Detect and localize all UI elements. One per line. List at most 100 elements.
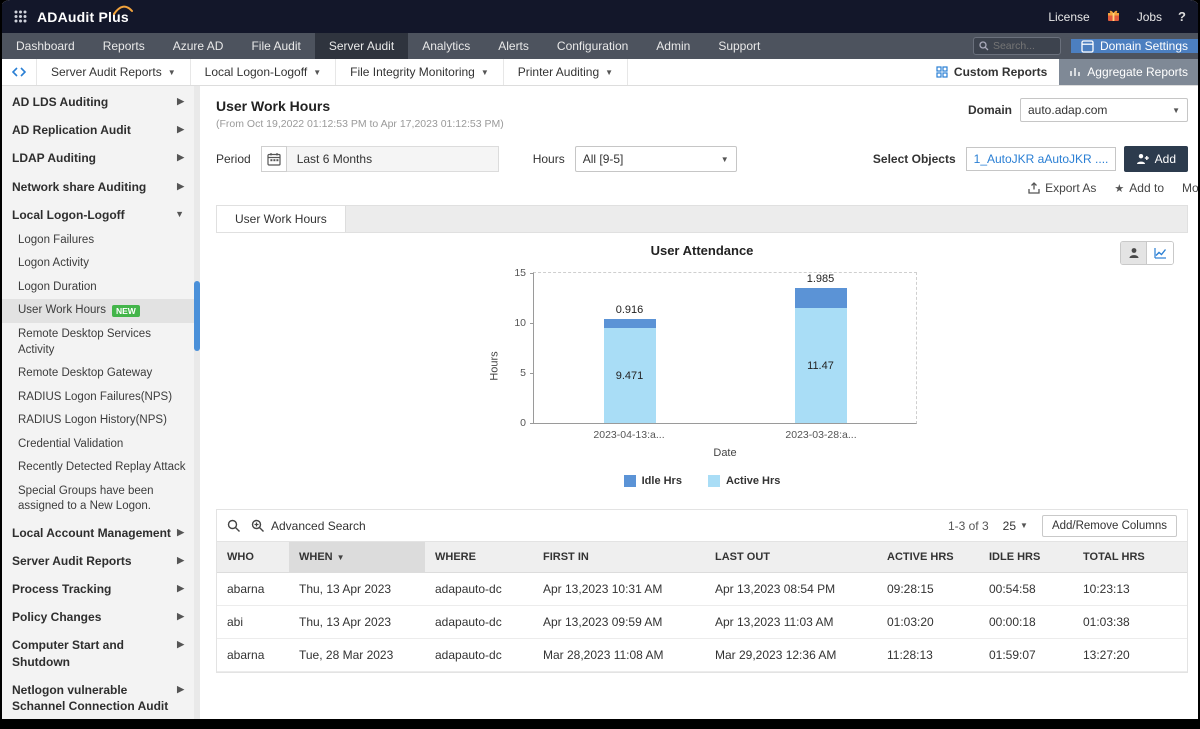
nav-tab-configuration[interactable]: Configuration [543,33,642,59]
sidebar-item-special-groups-new-logon[interactable]: Special Groups have been assigned to a N… [2,480,194,519]
sidebar-item-credential-validation[interactable]: Credential Validation [2,433,194,457]
column-header-active-hrs[interactable]: ACTIVE HRS [877,542,979,573]
column-header-where[interactable]: WHERE [425,542,533,573]
column-header-first-in[interactable]: FIRST IN [533,542,705,573]
nav-tab-file-audit[interactable]: File Audit [237,33,314,59]
column-header-last-out[interactable]: LAST OUT [705,542,877,573]
nav-tab-dashboard[interactable]: Dashboard [2,33,89,59]
menu-local-logon-logoff[interactable]: Local Logon-Logoff ▼ [191,59,337,85]
add-remove-columns-button[interactable]: Add/Remove Columns [1041,514,1177,537]
gift-icon[interactable] [1106,8,1121,26]
select-objects-label: Select Objects [872,152,956,166]
nav-tab-analytics[interactable]: Analytics [408,33,484,59]
sidebar-item-ad-lds-auditing[interactable]: AD LDS Auditing ▶ [2,88,194,116]
table-row[interactable]: abi Thu, 13 Apr 2023 adapauto-dc Apr 13,… [217,605,1187,639]
stacked-bar[interactable]: 1.985 11.47 [725,273,916,423]
legend-item[interactable]: Idle Hrs [623,475,682,487]
nav-tab-reports[interactable]: Reports [89,33,159,59]
menu-file-integrity-monitoring[interactable]: File Integrity Monitoring ▼ [336,59,504,85]
column-header-idle-hrs[interactable]: IDLE HRS [979,542,1073,573]
sidebar-item-local-account-management[interactable]: Local Account Management ▶ [2,519,194,547]
adaudit-plus-app: ADAudit Plus License Jobs ? Dashboard Re… [2,0,1198,719]
sidebar-item-ad-replication-audit[interactable]: AD Replication Audit ▶ [2,116,194,144]
nav-tab-support[interactable]: Support [704,33,774,59]
sidebar-item-radius-logon-history[interactable]: RADIUS Logon History(NPS) [2,409,194,433]
table-toolbar-right: 1-3 of 3 25 ▼ Add/Remove Columns [948,514,1177,537]
bar-segment-active[interactable]: 11.47 [794,308,847,423]
sidebar-item-local-logon-logoff[interactable]: Local Logon-Logoff ▼ [2,201,194,229]
page-size-dropdown[interactable]: 25 ▼ [1003,519,1028,533]
sidebar-item-ldap-auditing[interactable]: LDAP Auditing ▶ [2,144,194,172]
table-row[interactable]: abarna Tue, 28 Mar 2023 adapauto-dc Mar … [217,638,1187,672]
bar-segment-idle[interactable] [603,319,656,329]
cell-who: abarna [217,572,289,606]
sidebar-item-user-work-hours[interactable]: User Work Hours NEW [2,299,194,323]
domain-settings-button[interactable]: Domain Settings [1070,39,1198,53]
sidebar-item-policy-changes[interactable]: Policy Changes ▶ [2,603,194,631]
advanced-search-button[interactable]: Advanced Search [251,519,366,533]
bar-segment-active[interactable]: 9.471 [603,328,656,423]
menu-printer-auditing[interactable]: Printer Auditing ▼ [504,59,629,85]
menu-server-audit-reports[interactable]: Server Audit Reports ▼ [36,59,191,85]
chart-view-icon[interactable] [1147,242,1173,264]
nav-tab-admin[interactable]: Admin [642,33,704,59]
legend-item[interactable]: Active Hrs [707,475,780,487]
add-button[interactable]: Add [1123,146,1188,172]
select-objects-input[interactable] [965,147,1116,171]
sidebar-item-logon-failures[interactable]: Logon Failures [2,229,194,253]
more-button[interactable]: More [1182,181,1198,195]
column-header-when[interactable]: WHEN ▼ [289,542,425,573]
export-as-button[interactable]: Export As [1028,181,1096,195]
sidebar-item-netlogon-vulnerable-schannel[interactable]: Netlogon vulnerable Schannel Connection … [2,676,194,719]
table-row[interactable]: abarna Thu, 13 Apr 2023 adapauto-dc Apr … [217,572,1187,606]
advanced-search-icon [251,519,265,533]
app-grid-icon[interactable] [14,10,27,23]
domain-dropdown[interactable]: auto.adap.com ▼ [1020,98,1188,122]
sidebar-item-logon-activity[interactable]: Logon Activity [2,252,194,276]
cell-where: adapauto-dc [425,638,533,672]
sidebar-scrollbar[interactable] [194,86,200,719]
content-tab-strip: User Work Hours [216,205,1188,233]
cell-when: Thu, 13 Apr 2023 [289,572,425,606]
sidebar-item-computer-start-and-shutdown[interactable]: Computer Start and Shutdown ▶ [2,631,194,675]
license-link[interactable]: License [1048,10,1089,24]
toggle-sidebar-icon[interactable] [2,59,36,85]
sidebar-item-remote-desktop-services-activity[interactable]: Remote Desktop Services Activity [2,323,194,362]
nav-tab-server-audit[interactable]: Server Audit [314,33,409,59]
search-input[interactable] [992,40,1057,52]
bar-segment-idle[interactable] [794,288,847,309]
nav-tab-azure-ad[interactable]: Azure AD [159,33,238,59]
add-to-button[interactable]: ★ Add to [1114,181,1164,195]
sidebar-item-radius-logon-failures[interactable]: RADIUS Logon Failures(NPS) [2,386,194,410]
calendar-icon[interactable] [260,146,287,172]
hours-dropdown[interactable]: All [9-5] ▼ [574,146,737,172]
column-header-who[interactable]: WHO [217,542,289,573]
sidebar-item-recently-detected-replay-attack[interactable]: Recently Detected Replay Attack [2,456,194,480]
legend-swatch [707,475,720,487]
user-view-icon[interactable] [1121,242,1147,264]
chart-title: User Attendance [650,243,754,258]
chevron-right-icon: ▶ [177,583,184,594]
sidebar-item-server-audit-reports[interactable]: Server Audit Reports ▶ [2,547,194,575]
y-axis-title: Hours [489,350,501,381]
period-input[interactable] [286,146,499,172]
search-icon[interactable] [227,519,241,533]
report-actions-row: Export As ★ Add to More [216,181,1198,195]
sidebar-item-logon-duration[interactable]: Logon Duration [2,276,194,300]
stacked-bar[interactable]: 0.916 9.471 [534,273,725,423]
chevron-right-icon: ▶ [177,180,184,191]
sidebar-item-network-share-auditing[interactable]: Network share Auditing ▶ [2,173,194,201]
sidebar-item-process-tracking[interactable]: Process Tracking ▶ [2,575,194,603]
cell-active-hrs: 09:28:15 [877,572,979,606]
aggregate-reports-button[interactable]: Aggregate Reports [1059,59,1198,85]
chevron-right-icon: ▶ [177,124,184,135]
chevron-right-icon: ▶ [177,152,184,163]
scrollbar-thumb[interactable] [194,281,200,351]
tab-user-work-hours[interactable]: User Work Hours [217,206,346,232]
jobs-link[interactable]: Jobs [1137,10,1162,24]
sidebar-item-remote-desktop-gateway[interactable]: Remote Desktop Gateway [2,362,194,386]
nav-tab-alerts[interactable]: Alerts [484,33,543,59]
custom-reports-button[interactable]: Custom Reports [924,59,1059,85]
help-icon[interactable]: ? [1178,9,1186,24]
column-header-total-hrs[interactable]: TOTAL HRS [1073,542,1187,573]
